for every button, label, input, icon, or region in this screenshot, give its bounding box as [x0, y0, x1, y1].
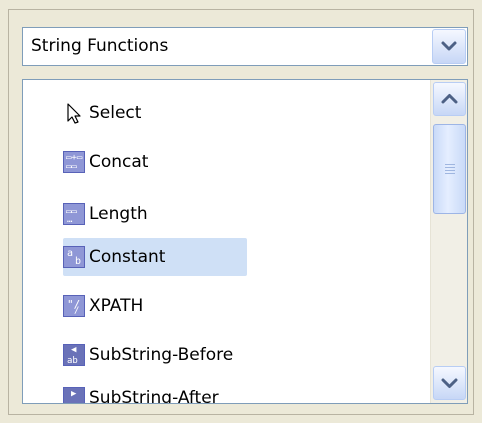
list-item-label: SubString-After — [89, 388, 219, 404]
chevron-down-icon — [441, 41, 457, 51]
constant-icon: a b — [63, 246, 85, 268]
chevron-down-icon — [441, 378, 458, 388]
scrollbar-thumb[interactable] — [433, 124, 466, 214]
list-item-label: Constant — [89, 247, 166, 267]
category-dropdown[interactable]: String Functions — [22, 27, 468, 66]
list-item-label: Length — [89, 204, 148, 224]
list-item-length[interactable]: ▭▭ … Length — [63, 195, 148, 233]
scroll-up-button[interactable] — [433, 82, 466, 116]
scroll-down-button[interactable] — [433, 366, 466, 400]
thumb-grip-line — [445, 167, 455, 168]
vertical-scrollbar[interactable] — [430, 80, 467, 403]
list-item-substring-before[interactable]: ◀ ab SubString-Before — [63, 336, 233, 374]
list-item-label: SubString-Before — [89, 345, 234, 365]
list-item-label: Select — [89, 103, 142, 123]
list-item-label: Concat — [89, 152, 149, 172]
substring-after-icon: ▶ — [63, 387, 85, 403]
list-item-constant[interactable]: a b Constant — [63, 238, 247, 276]
list-item-label: XPATH — [89, 296, 144, 316]
list-item-concat[interactable]: ▭+▭ ▭▭ Concat — [63, 143, 148, 181]
category-dropdown-value: String Functions — [31, 36, 169, 56]
xpath-icon: "/ / — [63, 295, 85, 317]
dropdown-button[interactable] — [432, 29, 466, 64]
thumb-grip-line — [445, 170, 455, 171]
list-item-substring-after[interactable]: ▶ SubString-After — [63, 379, 219, 404]
list-item-select[interactable]: Select — [63, 94, 141, 132]
list-item-xpath[interactable]: "/ / XPATH — [63, 287, 143, 325]
thumb-grip-line — [445, 173, 455, 174]
chevron-up-icon — [441, 94, 458, 104]
functions-list-panel: Select ▭+▭ ▭▭ Concat ▭▭ … Length a b Con… — [22, 79, 468, 404]
substring-before-icon: ◀ ab — [63, 344, 85, 366]
length-icon: ▭▭ … — [63, 203, 85, 225]
thumb-grip-line — [445, 164, 455, 165]
pointer-arrow-icon — [63, 102, 85, 124]
concat-icon: ▭+▭ ▭▭ — [63, 151, 85, 173]
